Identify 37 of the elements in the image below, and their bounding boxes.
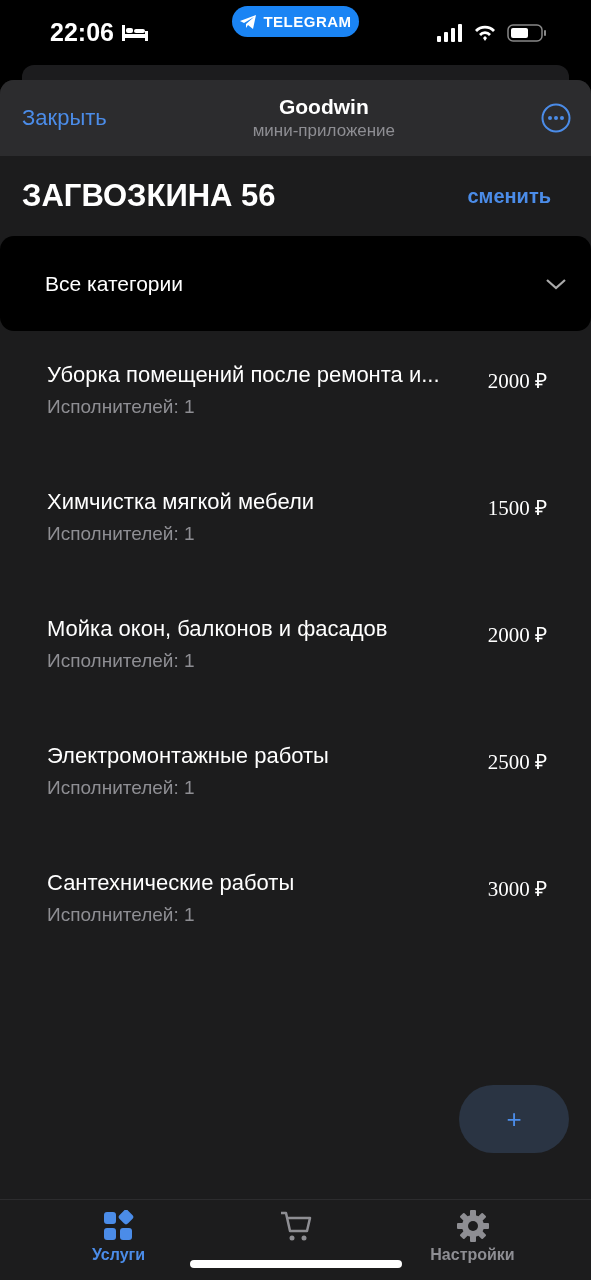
service-name[interactable]: Электромонтажные работы [47,743,470,769]
service-price: 2000 ₽ [487,622,547,648]
service-name[interactable]: Химчистка мягкой мебели [47,489,470,515]
paper-plane-icon [239,13,258,30]
performer-count: Исполнителей: 1 [47,396,196,418]
wifi-icon [473,23,497,42]
tiles-icon [102,1210,135,1242]
app-title: Goodwin [278,95,369,119]
app-subtitle: мини-приложение [252,121,396,141]
bed-icon [121,24,148,41]
service-price: 3000 ₽ [487,876,547,902]
battery-icon [507,22,547,43]
nav-tab[interactable]: Услуги [48,1200,189,1280]
address-title: ЗАГВОЗКИНА 56 [22,178,276,214]
service-name[interactable]: Уборка помещений после ремонта и... [47,362,470,388]
service-name[interactable]: Мойка окон, балконов и фасадов [47,616,470,642]
more-icon[interactable] [541,103,571,133]
performer-count: Исполнителей: 1 [47,777,196,799]
telegram-pill[interactable]: TELEGRAM [232,6,359,37]
service-name[interactable]: Сантехнические работы [47,870,470,896]
category-dropdown[interactable]: Все категории [0,236,591,331]
performer-count: Исполнителей: 1 [47,523,196,545]
cart-icon [278,1210,313,1242]
performer-count: Исполнителей: 1 [47,650,196,672]
nav-tab[interactable]: Настройки [402,1200,543,1280]
performer-count: Исполнителей: 1 [47,904,196,926]
service-price: 2500 ₽ [487,749,547,775]
pill-label: TELEGRAM [263,13,352,30]
signal-icon [437,22,463,43]
close-button[interactable]: Закрыть [22,105,107,131]
status-time: 22:06 [50,18,114,47]
change-link[interactable]: сменить [467,184,551,208]
chevron-down-icon [545,277,567,290]
service-price: 1500 ₽ [487,495,547,521]
gear-icon [456,1210,489,1242]
service-price: 2000 ₽ [487,368,547,394]
add-button[interactable]: + [459,1085,569,1153]
